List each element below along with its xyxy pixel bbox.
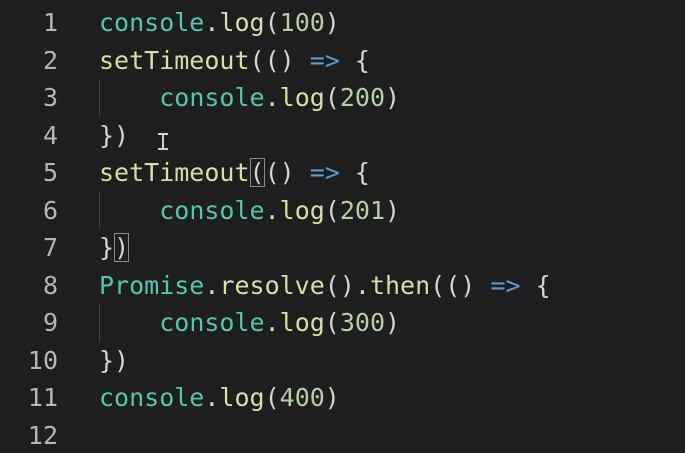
code-token: (: [264, 8, 280, 37]
line-number: 10: [27, 345, 58, 375]
code-token: resolve: [219, 270, 325, 300]
code-line[interactable]: 6 console.log(201): [0, 191, 685, 230]
code-token: log: [279, 195, 325, 225]
code-token: 400: [279, 383, 325, 412]
line-number: 2: [42, 45, 58, 75]
matched-bracket: ): [114, 233, 130, 262]
line-number: 5: [42, 158, 58, 187]
code-token: {: [354, 45, 370, 75]
code-text: setTimeout(() => {: [99, 154, 370, 192]
code-token: (: [249, 45, 265, 75]
line-number: 1: [42, 8, 58, 37]
code-token: .: [204, 8, 220, 37]
code-token: .: [264, 83, 280, 112]
code-token: (): [445, 270, 476, 300]
code-text: Promise.resolve().then(() => {: [99, 267, 551, 305]
code-token: .: [354, 270, 370, 300]
code-token: ): [385, 83, 401, 112]
code-text: setTimeout(() => {: [99, 42, 370, 80]
code-token: (: [324, 83, 340, 112]
code-token: log: [219, 8, 265, 37]
code-line[interactable]: 11 console.log(400): [0, 379, 685, 417]
code-text: console.log(200): [99, 79, 400, 117]
code-token: (): [324, 270, 355, 300]
code-text: console.log(100): [99, 4, 340, 42]
code-token: =>: [309, 158, 340, 187]
code-token: 300: [339, 308, 386, 337]
code-token: setTimeout: [99, 45, 250, 75]
line-number: 11: [27, 383, 58, 412]
code-token: console: [159, 83, 265, 112]
code-token: (: [324, 308, 340, 337]
code-line[interactable]: 8 Promise.resolve().then(() => {: [0, 267, 685, 305]
code-token: }: [99, 233, 115, 262]
code-token: }): [99, 120, 130, 150]
code-token: console: [99, 8, 205, 37]
code-token: .: [264, 195, 280, 225]
code-token: Promise: [99, 270, 205, 300]
code-line[interactable]: 9 console.log(300): [0, 304, 685, 342]
code-line[interactable]: 2 setTimeout(() => {: [0, 42, 685, 80]
code-token: log: [219, 383, 265, 412]
code-token: console: [159, 308, 265, 337]
line-number: 6: [42, 195, 58, 225]
line-number: 7: [42, 233, 58, 262]
code-token: (): [264, 45, 295, 75]
code-token: then: [369, 270, 431, 300]
line-number: 9: [42, 308, 58, 337]
code-text: }): [99, 117, 129, 155]
code-text: console.log(300): [99, 304, 400, 342]
code-token: 200: [339, 83, 386, 112]
code-line[interactable]: 4}): [0, 117, 685, 155]
code-token: .: [204, 270, 220, 300]
matched-bracket: (: [249, 158, 265, 187]
code-line[interactable]: 1 console.log(100): [0, 4, 685, 42]
line-number: 3: [42, 83, 58, 112]
code-line[interactable]: 12: [0, 417, 685, 453]
code-text: }): [99, 229, 130, 267]
line-number: 8: [42, 270, 58, 300]
code-line[interactable]: 10}): [0, 342, 685, 380]
code-token: ): [324, 383, 340, 412]
line-number: 12: [27, 420, 58, 450]
code-token: console: [159, 195, 265, 225]
code-line[interactable]: 7}): [0, 229, 685, 267]
code-token: =>: [309, 45, 340, 75]
code-line[interactable]: 3 console.log(200): [0, 79, 685, 117]
code-token: ): [324, 8, 340, 37]
code-token: 201: [339, 195, 386, 225]
code-line[interactable]: 5 setTimeout(() => {: [0, 154, 685, 192]
code-token: {: [535, 270, 551, 300]
code-text: }): [99, 342, 129, 380]
code-token: =>: [490, 270, 521, 300]
code-text: console.log(400): [99, 379, 340, 417]
code-token: (: [264, 383, 280, 412]
code-token: 100: [279, 8, 325, 37]
code-token: (: [324, 195, 340, 225]
code-token: }): [99, 345, 130, 375]
code-token: ): [385, 308, 401, 337]
code-text: console.log(201): [99, 192, 400, 230]
code-editor[interactable]: 1 console.log(100) 2 setTimeout(() => {3 co…: [0, 0, 685, 453]
code-token: console: [99, 383, 205, 412]
code-token: .: [264, 308, 280, 337]
code-token: (: [430, 270, 446, 300]
code-token: .: [204, 383, 220, 412]
code-token: setTimeout: [99, 158, 250, 187]
code-token: {: [354, 158, 370, 187]
code-token: log: [279, 308, 325, 337]
code-token: ): [385, 195, 401, 225]
code-token: (): [264, 158, 295, 187]
line-number: 4: [42, 120, 58, 150]
code-token: log: [279, 83, 325, 112]
